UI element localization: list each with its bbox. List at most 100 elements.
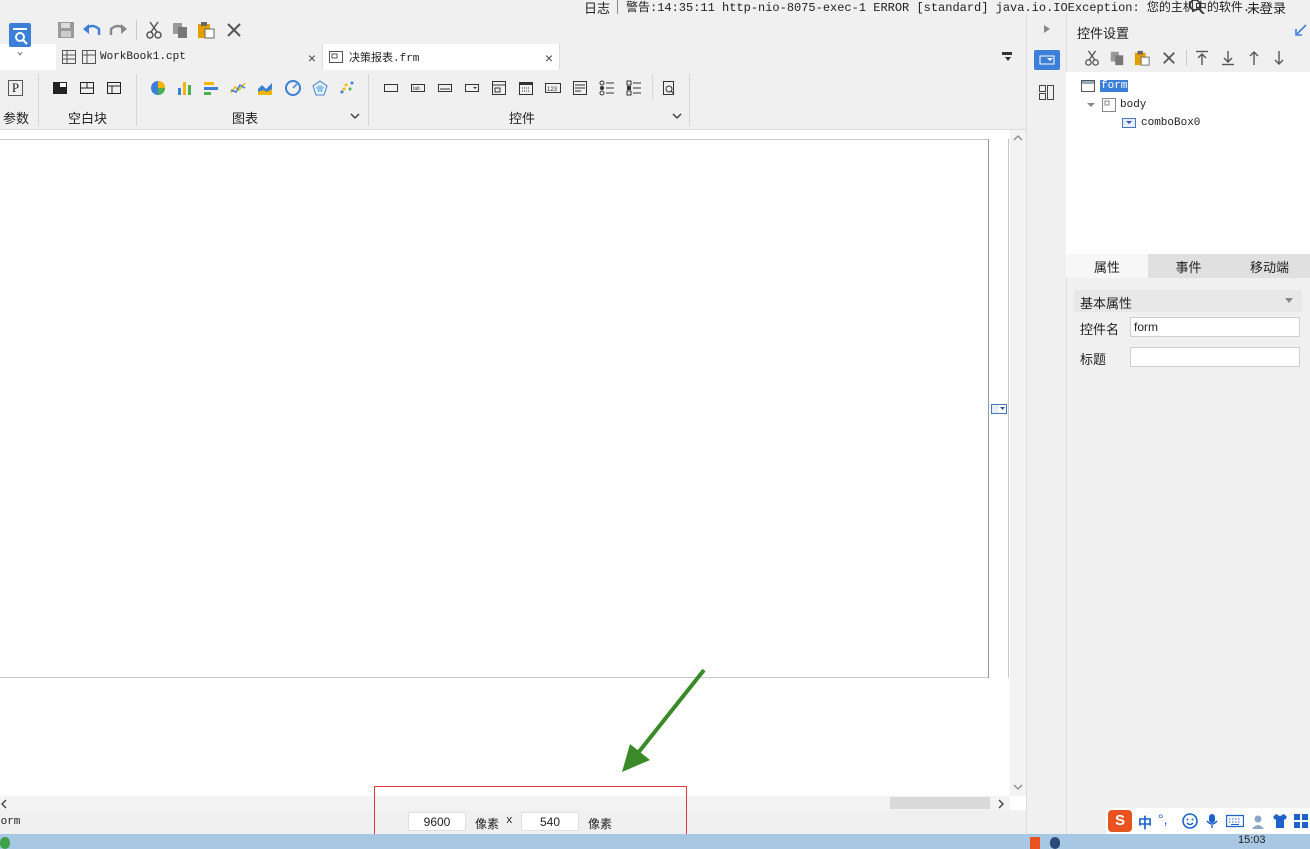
close-icon[interactable]: × (545, 50, 553, 66)
radar-chart-icon[interactable] (312, 80, 328, 96)
tab-mobile[interactable]: 移动端 (1229, 254, 1310, 278)
tab-decision-report[interactable]: 决策报表.frm × (322, 44, 560, 70)
close-icon[interactable]: × (308, 50, 316, 66)
divider (136, 74, 137, 126)
radio-group-icon[interactable] (599, 80, 615, 96)
widget-name-input[interactable]: form (1130, 317, 1300, 337)
tree-node-combobox[interactable]: comboBox0 (1122, 117, 1200, 129)
button-widget-icon[interactable] (437, 80, 453, 96)
component-library-icon[interactable] (1038, 84, 1056, 102)
tree-node-label: comboBox0 (1141, 117, 1201, 129)
gauge-chart-icon[interactable] (285, 80, 301, 96)
skin-icon[interactable] (1272, 813, 1288, 829)
divider (652, 74, 653, 100)
widget-settings-toggle[interactable] (1034, 50, 1060, 70)
tab-layout-icon[interactable] (106, 80, 122, 96)
form-node-icon (1081, 80, 1095, 92)
emoji-icon[interactable] (1182, 813, 1198, 829)
paste-icon[interactable] (196, 20, 216, 40)
delete-icon[interactable] (1162, 51, 1176, 65)
microphone-icon[interactable] (1206, 813, 1218, 829)
move-to-top-icon[interactable] (1195, 50, 1209, 66)
grid-icon (62, 50, 76, 64)
tree-node-body[interactable]: body (1086, 98, 1146, 112)
collapse-panel-icon[interactable] (1295, 24, 1307, 36)
scatter-chart-icon[interactable] (339, 80, 355, 96)
checkbox-group-icon[interactable] (626, 80, 642, 96)
split-layout-icon[interactable] (79, 80, 95, 96)
tab-menu-icon[interactable] (1000, 50, 1014, 67)
expand-right-icon[interactable] (1043, 24, 1051, 34)
tab-workbook[interactable]: WorkBook1.cpt × (56, 44, 322, 70)
list-widget-icon[interactable] (491, 80, 507, 96)
move-to-bottom-icon[interactable] (1221, 50, 1235, 66)
scroll-left-icon[interactable] (0, 799, 8, 809)
tray-app-icon[interactable] (1050, 837, 1060, 849)
cut-icon[interactable] (1084, 50, 1100, 66)
sogou-logo-icon[interactable]: S (1108, 810, 1132, 832)
toolbox-icon[interactable] (1294, 814, 1308, 828)
move-down-icon[interactable] (1272, 50, 1286, 66)
section-title: 基本属性 (1080, 296, 1133, 311)
ribbon: P 参数 空白块 图表 lab 123 控件 (0, 70, 1026, 130)
tab-events[interactable]: 事件 (1148, 254, 1229, 278)
chevron-down-icon[interactable] (672, 112, 682, 120)
expand-arrow-icon[interactable] (1086, 100, 1096, 110)
undo-icon[interactable] (82, 20, 102, 40)
date-widget-icon[interactable] (518, 80, 534, 96)
combobox-widget-icon[interactable] (464, 80, 480, 96)
widget-name-label: 控件名 (1080, 322, 1120, 337)
delete-icon[interactable] (224, 20, 244, 40)
copy-icon[interactable] (1109, 50, 1125, 66)
title-input[interactable] (1130, 347, 1300, 367)
scrollbar-thumb[interactable] (890, 797, 990, 809)
scroll-up-icon[interactable] (1013, 134, 1023, 142)
clock[interactable]: 15:03 (1238, 834, 1266, 846)
cut-icon[interactable] (144, 20, 164, 40)
punctuation-icon[interactable]: °, (1158, 811, 1168, 827)
chevron-down-icon[interactable] (350, 112, 360, 120)
pie-chart-icon[interactable] (150, 80, 166, 96)
scroll-down-icon[interactable] (1013, 783, 1023, 791)
combobox-icon (1039, 55, 1055, 65)
chevron-down-icon[interactable] (1284, 297, 1294, 305)
tray-ime-icon[interactable] (1030, 837, 1040, 849)
absolute-layout-icon[interactable] (52, 80, 68, 96)
divider (136, 20, 137, 40)
tab-properties[interactable]: 属性 (1066, 254, 1148, 278)
ime-mode-toggle[interactable]: 中 (1138, 813, 1152, 833)
scroll-right-icon[interactable] (997, 799, 1005, 809)
textarea-widget-icon[interactable] (572, 80, 588, 96)
tree-node-form[interactable]: form (1081, 80, 1129, 92)
parameter-icon[interactable]: P (8, 80, 23, 96)
save-icon[interactable] (56, 20, 76, 40)
divider (38, 74, 39, 126)
text-label-icon[interactable]: lab (410, 80, 426, 96)
redo-icon[interactable] (108, 20, 128, 40)
query-button-icon[interactable] (661, 80, 677, 96)
copy-icon[interactable] (170, 20, 190, 40)
line-chart-icon[interactable] (230, 80, 246, 96)
top-status-strip: 日志 警告:14:35:11 http-nio-8075-exec-1 ERRO… (0, 0, 1310, 16)
user-icon[interactable] (1251, 814, 1267, 830)
horizontal-bar-chart-icon[interactable] (203, 80, 219, 96)
section-header[interactable]: 基本属性 (1074, 290, 1302, 312)
ime-toolbar: S 中 °, (1106, 808, 1310, 834)
bar-chart-icon[interactable] (177, 80, 193, 96)
keyboard-icon[interactable] (1226, 814, 1244, 828)
start-icon[interactable] (0, 837, 10, 849)
form-body-frame[interactable] (0, 139, 988, 678)
divider (617, 0, 618, 14)
label-widget-icon[interactable] (383, 80, 399, 96)
table-icon (82, 50, 96, 64)
move-up-icon[interactable] (1247, 50, 1261, 66)
combobox-icon (1122, 118, 1136, 128)
app-logo-icon[interactable] (8, 22, 34, 56)
panel-title: 控件设置 (1077, 26, 1130, 41)
number-widget-icon[interactable]: 123 (545, 80, 561, 96)
paste-icon[interactable] (1134, 50, 1150, 66)
combobox-widget[interactable] (991, 404, 1007, 414)
area-chart-icon[interactable] (257, 80, 273, 96)
vertical-scrollbar[interactable] (1010, 130, 1026, 796)
warning-message[interactable]: 警告:14:35:11 http-nio-8075-exec-1 ERROR [… (626, 0, 1265, 15)
